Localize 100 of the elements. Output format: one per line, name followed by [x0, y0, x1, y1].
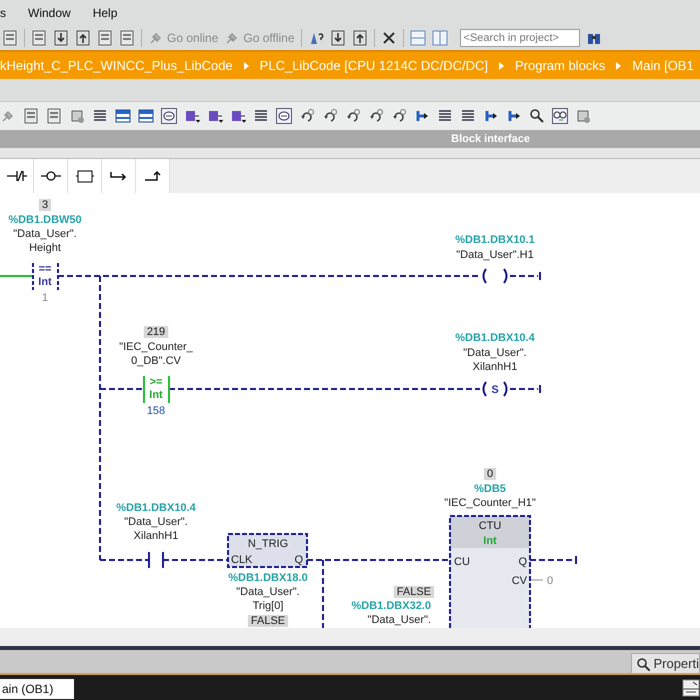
glasses-icon[interactable] [552, 108, 568, 124]
contact-icon [148, 551, 164, 569]
search-field[interactable]: <Search in project> [460, 29, 580, 47]
address-label: %DB1.DBX10.1 [455, 234, 535, 246]
address-label: %DB1.DBX32.0 [352, 600, 431, 612]
operand-label: XilanhH1 [472, 361, 518, 373]
value-label: 0 [547, 575, 554, 587]
block-title: N_TRIG [248, 538, 288, 550]
jump-icon[interactable] [483, 108, 499, 124]
block-title: CTU [478, 520, 502, 532]
operand-label: "IEC_Counter_ [119, 341, 193, 353]
menu-item[interactable]: Help [92, 6, 118, 20]
horizontal-scrollbar[interactable] [0, 628, 700, 646]
split-horizontal-icon[interactable] [410, 30, 426, 46]
properties-tab[interactable]: Properti [631, 653, 700, 673]
address-label: %DB1.DBW50 [8, 214, 82, 226]
operand-label: Height [29, 242, 61, 254]
download-icon[interactable] [53, 30, 69, 46]
operator-label: >= [150, 376, 162, 388]
type-label: Int [483, 535, 497, 547]
breadcrumb-item[interactable]: PLC_LibCode [CPU 1214C DC/DC/DC] [260, 58, 488, 73]
live-value: FALSE [394, 586, 434, 598]
operand-label: "Data_User". [13, 228, 77, 240]
pin-label: CU [454, 556, 470, 568]
refresh-icon[interactable] [368, 108, 384, 124]
split-vertical-icon[interactable] [432, 30, 448, 46]
menu-item[interactable]: Window [28, 6, 71, 20]
live-value: FALSE [248, 615, 288, 627]
wire [510, 388, 538, 390]
document-icon[interactable] [46, 108, 62, 124]
pin-label: CV [512, 575, 527, 587]
editor-tab[interactable]: ain (OB1) [0, 679, 74, 699]
operand-label: XilanhH1 [134, 530, 178, 542]
refresh-icon[interactable] [299, 108, 315, 124]
operand-label: "Data_User".H1 [456, 249, 534, 261]
address-label: %DB1.DBX10.4 [455, 332, 535, 344]
operand-label: Trig[0] [252, 600, 284, 612]
comment-icon[interactable] [161, 108, 177, 124]
refresh-icon[interactable] [391, 108, 407, 124]
address-label: %DB1.DBX18.0 [228, 572, 308, 584]
document-icon[interactable] [119, 30, 135, 46]
live-value: 3 [38, 199, 52, 211]
window-icon[interactable] [115, 108, 131, 124]
type-label: Int [149, 389, 163, 401]
address-label: %DB5 [474, 483, 506, 495]
search-icon[interactable] [529, 108, 545, 124]
list-icon[interactable] [253, 108, 269, 124]
live-value: 219 [144, 326, 168, 338]
close-icon[interactable] [380, 30, 397, 46]
refresh-icon[interactable] [322, 108, 338, 124]
instruction-button[interactable] [34, 159, 68, 193]
operand-label: "Data_User". [236, 586, 300, 598]
refresh-icon[interactable] [345, 108, 361, 124]
operand-label: "Data_User". [124, 516, 188, 528]
document-icon[interactable] [23, 108, 39, 124]
type-label: Int [38, 276, 52, 288]
wire-end-mark [539, 272, 541, 280]
document-icon[interactable] [330, 30, 346, 46]
instruction-button[interactable] [68, 159, 102, 193]
wire-end-mark [539, 385, 541, 393]
address-label: %DB1.DBX10.4 [116, 502, 196, 514]
document-icon[interactable] [352, 30, 368, 46]
search-icon [636, 656, 650, 670]
chevron-right-icon [498, 60, 505, 70]
coil-icon [482, 381, 508, 397]
instruction-button[interactable] [0, 159, 34, 193]
upload-icon[interactable] [75, 30, 91, 46]
live-value: 0 [484, 468, 496, 480]
wire [510, 275, 538, 277]
instruction-button[interactable] [102, 159, 136, 193]
block-interface-bar[interactable]: Block interface [0, 130, 700, 148]
breadcrumb-item[interactable]: kHeight_C_PLC_WINCC_Plus_LibCode [0, 58, 233, 73]
coil-type-label: S [491, 384, 499, 396]
list-icon[interactable] [460, 108, 476, 124]
list-icon[interactable] [437, 108, 453, 124]
panel-icon[interactable] [682, 678, 700, 696]
operand-label: "Data_User". [368, 614, 431, 626]
menu-item[interactable]: s [0, 6, 6, 20]
operand-label: 0_DB".CV [131, 355, 181, 367]
operator-label: == [38, 263, 52, 275]
pin-label: Q [294, 554, 303, 566]
operand-label: "Data_User". [463, 347, 527, 359]
plug-icon [148, 30, 164, 46]
jump-icon[interactable] [506, 108, 522, 124]
instruction-button[interactable] [136, 159, 170, 193]
jump-icon[interactable] [414, 108, 430, 124]
wire [530, 559, 574, 561]
operand-label: 158 [146, 405, 166, 417]
pin-label: CLK [231, 554, 252, 566]
window-icon[interactable] [138, 108, 154, 124]
branch-close-icon [142, 168, 162, 184]
block-interface-label: Block interface [451, 133, 530, 145]
instance-label: "IEC_Counter_H1" [444, 497, 536, 509]
coil-icon [482, 268, 508, 284]
breadcrumb-item[interactable]: Main [OB1 [632, 58, 694, 73]
operand-label: 1 [42, 292, 48, 304]
list-icon[interactable] [92, 108, 108, 124]
breadcrumb-item[interactable]: Program blocks [514, 58, 606, 73]
wire-end-mark [575, 556, 577, 564]
document-icon[interactable] [31, 30, 47, 46]
